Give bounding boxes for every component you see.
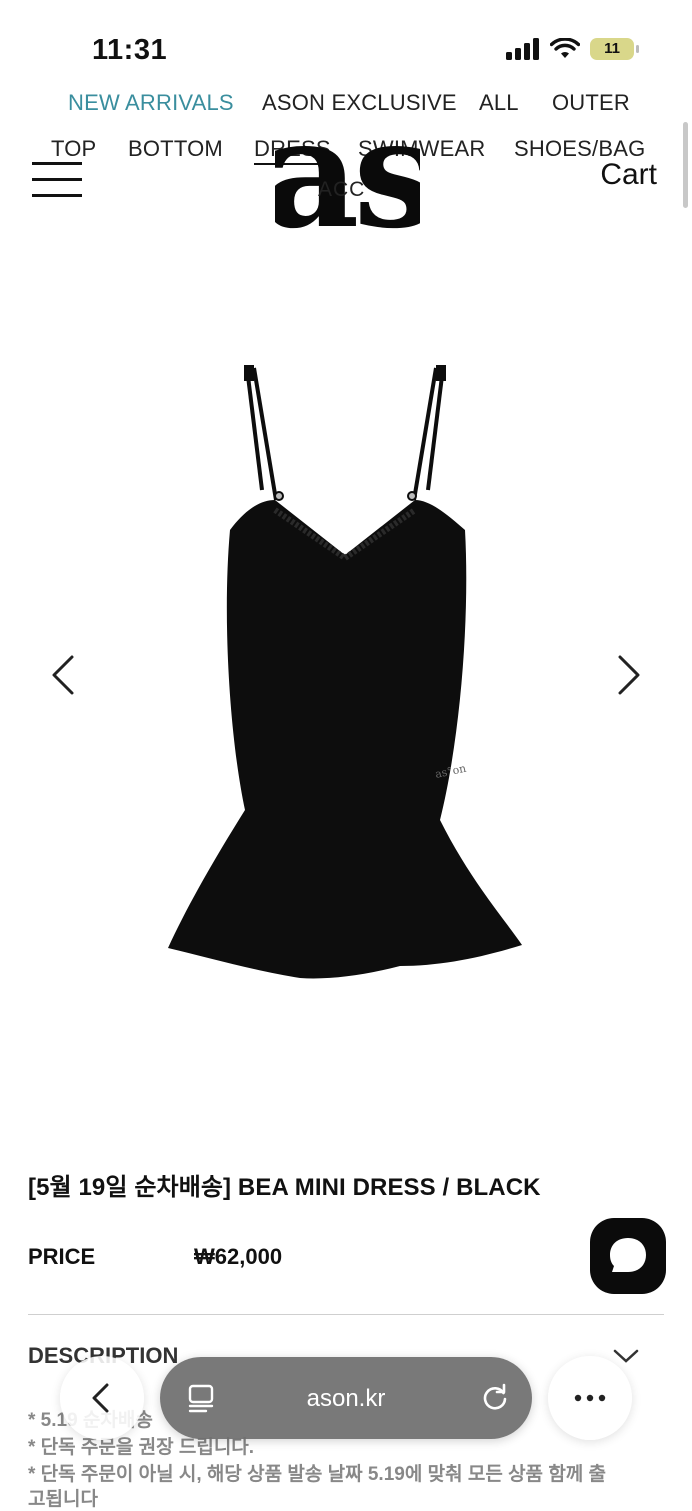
chevron-left-icon — [92, 1383, 109, 1413]
menu-icon[interactable] — [32, 162, 82, 198]
battery-level: 11 — [604, 40, 620, 57]
chat-icon — [610, 1238, 646, 1272]
nav-new-arrivals[interactable]: NEW ARRIVALS — [68, 90, 234, 116]
nav-bottom[interactable]: BOTTOM — [128, 136, 223, 162]
nav-top[interactable]: TOP — [51, 136, 96, 162]
cart-link[interactable]: Cart — [600, 158, 657, 192]
nav-ason-exclusive[interactable]: ASON EXCLUSIVE — [262, 90, 457, 116]
nav-outer[interactable]: OUTER — [552, 90, 630, 116]
price-value: ₩62,000 — [194, 1244, 283, 1269]
nav-all[interactable]: ALL — [479, 90, 519, 116]
price-label: PRICE — [28, 1244, 96, 1269]
scrollbar-thumb[interactable] — [683, 122, 688, 208]
url-text: ason.kr — [306, 1385, 386, 1412]
browser-back-button[interactable] — [60, 1356, 144, 1440]
battery-icon: 11 — [590, 38, 639, 60]
browser-more-button[interactable] — [548, 1356, 632, 1440]
logo-subtitle: ACC — [318, 178, 366, 201]
more-icon — [574, 1394, 606, 1402]
description-note: * 단독 주문이 아닐 시, 해당 상품 발송 날짜 5.19에 맞춰 모든 상… — [28, 1464, 607, 1485]
chevron-left-icon[interactable] — [44, 645, 84, 705]
address-bar[interactable]: ason.kr — [160, 1357, 532, 1439]
signal-icon — [506, 38, 539, 60]
product-image: as°on — [168, 365, 522, 979]
description-note: 고됩니다 — [28, 1489, 98, 1510]
chevron-right-icon[interactable] — [608, 645, 648, 705]
status-icons: 11 — [506, 38, 639, 60]
wifi-icon — [550, 38, 580, 58]
status-time: 11:31 — [92, 34, 168, 66]
product-title: [5월 19일 순차배송] BEA MINI DRESS / BLACK — [28, 1174, 541, 1201]
reload-icon[interactable] — [480, 1383, 510, 1413]
divider — [28, 1314, 664, 1315]
chat-button[interactable] — [590, 1218, 666, 1294]
